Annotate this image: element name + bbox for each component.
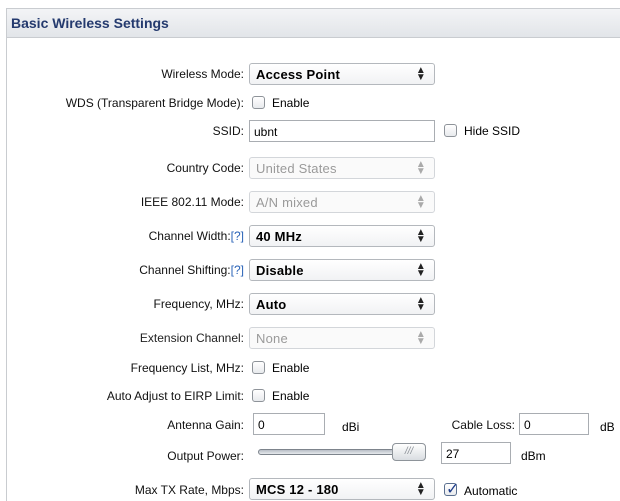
antenna-gain-value: 0 xyxy=(258,418,265,432)
channel-width-label-text: Channel Width: xyxy=(148,229,231,243)
max-tx-rate-label: Max TX Rate, Mbps: xyxy=(134,483,244,497)
frequency-list-enable-checkbox[interactable] xyxy=(252,361,265,374)
channel-shifting-value: Disable xyxy=(256,263,304,278)
country-code-select: United States ▲ ▼ xyxy=(249,157,435,179)
channel-width-help-link[interactable]: [?] xyxy=(231,229,244,243)
wds-enable-checkbox[interactable] xyxy=(252,96,265,109)
wds-enable-label: Enable xyxy=(272,96,310,110)
max-tx-rate-value: MCS 12 - 180 xyxy=(256,482,339,497)
channel-shifting-label-text: Channel Shifting: xyxy=(139,263,231,277)
ieee-mode-value: A/N mixed xyxy=(256,195,318,210)
updown-arrows-icon: ▲ ▼ xyxy=(415,261,426,279)
antenna-gain-input[interactable]: 0 xyxy=(253,413,325,435)
ssid-input[interactable]: ubnt xyxy=(249,120,435,142)
output-power-value: 27 xyxy=(446,447,460,461)
ssid-value: ubnt xyxy=(254,125,278,139)
channel-shifting-help-link[interactable]: [?] xyxy=(231,263,244,277)
cable-loss-label: Cable Loss: xyxy=(451,418,515,432)
extension-channel-value: None xyxy=(256,331,288,346)
auto-adjust-eirp-enable-label: Enable xyxy=(272,389,310,403)
cable-loss-input[interactable]: 0 xyxy=(519,413,589,435)
max-tx-rate-automatic-checkbox[interactable] xyxy=(444,479,459,498)
ssid-label: SSID: xyxy=(212,124,244,138)
updown-arrows-icon: ▲ ▼ xyxy=(415,295,426,313)
ieee-mode-label: IEEE 802.11 Mode: xyxy=(140,195,244,209)
country-code-label: Country Code: xyxy=(166,161,244,175)
output-power-unit: dBm xyxy=(521,449,546,463)
frequency-list-label: Frequency List, MHz: xyxy=(130,361,244,375)
updown-arrows-icon: ▲ ▼ xyxy=(415,480,426,498)
country-code-value: United States xyxy=(256,161,337,176)
updown-arrows-icon: ▲ ▼ xyxy=(415,159,426,177)
ieee-mode-select: A/N mixed ▲ ▼ xyxy=(249,191,435,213)
cable-loss-unit: dB xyxy=(600,420,615,434)
max-tx-rate-select[interactable]: MCS 12 - 180 ▲ ▼ xyxy=(249,478,435,500)
output-power-input[interactable]: 27 xyxy=(441,442,511,464)
extension-channel-select: None ▲ ▼ xyxy=(249,327,435,349)
output-power-slider-handle[interactable]: /// xyxy=(392,443,426,461)
updown-arrows-icon: ▲ ▼ xyxy=(415,329,426,347)
wireless-mode-select[interactable]: Access Point ▲ ▼ xyxy=(249,63,435,85)
frequency-list-enable-label: Enable xyxy=(272,361,310,375)
channel-width-value: 40 MHz xyxy=(256,229,302,244)
output-power-label: Output Power: xyxy=(167,449,244,463)
updown-arrows-icon: ▲ ▼ xyxy=(415,227,426,245)
channel-width-select[interactable]: 40 MHz ▲ ▼ xyxy=(249,225,435,247)
hide-ssid-checkbox[interactable] xyxy=(444,124,457,137)
antenna-gain-label: Antenna Gain: xyxy=(167,418,244,432)
hide-ssid-label: Hide SSID xyxy=(464,124,521,138)
channel-shifting-select[interactable]: Disable ▲ ▼ xyxy=(249,259,435,281)
wds-label: WDS (Transparent Bridge Mode): xyxy=(65,96,244,110)
extension-channel-label: Extension Channel: xyxy=(139,331,244,345)
frequency-select[interactable]: Auto ▲ ▼ xyxy=(249,293,435,315)
frequency-value: Auto xyxy=(256,297,287,312)
frequency-label: Frequency, MHz: xyxy=(153,297,244,311)
channel-width-label: Channel Width:[?] xyxy=(149,229,244,243)
wireless-mode-value: Access Point xyxy=(256,67,341,82)
channel-shifting-label: Channel Shifting:[?] xyxy=(139,263,244,277)
grip-icon: /// xyxy=(404,446,414,457)
auto-adjust-eirp-checkbox[interactable] xyxy=(252,389,265,402)
cable-loss-value: 0 xyxy=(524,418,531,432)
updown-arrows-icon: ▲ ▼ xyxy=(415,65,426,83)
wireless-mode-label: Wireless Mode: xyxy=(161,67,244,81)
max-tx-rate-automatic-label: Automatic xyxy=(464,484,518,498)
auto-adjust-eirp-label: Auto Adjust to EIRP Limit: xyxy=(106,389,244,403)
panel-header: Basic Wireless Settings xyxy=(7,9,620,38)
panel-title: Basic Wireless Settings xyxy=(11,15,169,31)
antenna-gain-unit: dBi xyxy=(342,420,360,434)
updown-arrows-icon: ▲ ▼ xyxy=(415,193,426,211)
